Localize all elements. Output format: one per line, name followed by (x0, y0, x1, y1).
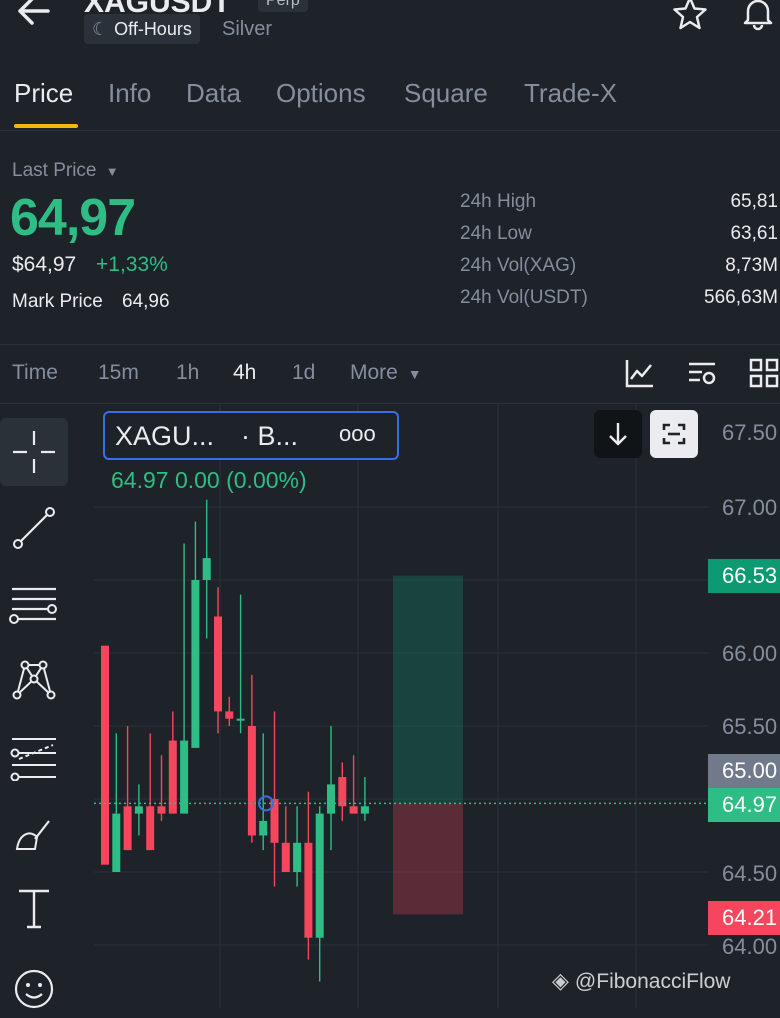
candle-body (157, 806, 166, 814)
candles (101, 499, 369, 982)
candle-body (281, 842, 290, 872)
usd-price: $64,97 (12, 253, 77, 276)
off-hours-badge: ☾ Off-Hours (84, 14, 200, 44)
mark-price-label: Mark Price (12, 291, 103, 312)
tab-options[interactable]: Options (276, 78, 366, 109)
candle-body (214, 616, 222, 712)
moon-icon: ☾ (92, 18, 109, 39)
candle-body (112, 813, 121, 872)
candle-body (315, 813, 324, 938)
candle-body (247, 726, 256, 836)
position-zones (393, 575, 463, 915)
take-profit-zone (393, 575, 463, 804)
last-price-tag: 64.97 (708, 788, 780, 822)
candle-body (134, 806, 143, 814)
stat-24h-high-value: 65,81 (730, 191, 778, 212)
collapse-legend-button[interactable] (594, 410, 642, 458)
y-axis-tick: 65.50 (722, 714, 778, 739)
binance-logo-icon: ◈ (552, 968, 569, 993)
candle-body (293, 842, 302, 872)
legend-exchange: · B... (241, 421, 299, 451)
stop-loss-price-tag: 64.21 (708, 901, 780, 935)
watermark-text: @FibonacciFlow (574, 970, 731, 993)
line-chart-icon (625, 360, 653, 388)
legend-symbol: XAGU... (115, 421, 215, 451)
stat-24h-low-label: 24h Low (460, 223, 532, 244)
candle-body (236, 718, 245, 721)
candle-body (327, 784, 335, 814)
candle-body (146, 806, 155, 851)
current-price-tag-grey: 65.00 (708, 754, 780, 788)
candle-body (360, 806, 369, 814)
last-price-label: Last Price (12, 160, 97, 181)
legend-more-icon[interactable]: ooo (339, 421, 376, 447)
asset-name: Silver (222, 18, 273, 40)
last-price-selector[interactable]: Last Price ▼ (12, 160, 119, 182)
tab-info[interactable]: Info (108, 78, 151, 109)
perp-badge: Perp (258, 0, 308, 12)
candle-body (168, 740, 177, 814)
y-axis-tick: 67.50 (722, 420, 778, 445)
timeframe-1h[interactable]: 1h (176, 361, 199, 385)
watermark: ◈ @FibonacciFlow (552, 968, 730, 994)
candle-body (225, 711, 234, 719)
candle-body (101, 645, 109, 865)
arrow-down-icon (609, 423, 627, 446)
chart-legend[interactable]: XAGU... · B... ooo (103, 411, 399, 460)
take-profit-price-tag: 66.53 (708, 559, 780, 593)
tab-trade-x[interactable]: Trade-X (524, 78, 617, 109)
timeframe-4h[interactable]: 4h (233, 361, 256, 385)
bell-icon (743, 0, 773, 31)
legend-ohlc-stats: 64.97 0.00 (0.00%) (111, 467, 307, 493)
timeframe-more[interactable]: More ▼ (350, 361, 422, 385)
back-arrow-icon (18, 0, 50, 25)
star-icon (673, 0, 707, 30)
candle-body (180, 740, 189, 814)
y-axis-tick: 67.00 (722, 495, 778, 520)
tab-data[interactable]: Data (186, 78, 241, 109)
candle-body (259, 820, 268, 836)
chart-settings-button[interactable] (686, 357, 718, 394)
stat-24h-high-label: 24h High (460, 191, 537, 212)
back-button[interactable] (14, 0, 54, 28)
stat-24h-vol-usdt-label: 24h Vol(USDT) (460, 287, 588, 308)
stat-24h-vol-xag-label: 24h Vol(XAG) (460, 255, 577, 276)
alert-button[interactable] (738, 0, 778, 34)
candle-body (349, 806, 358, 814)
stat-24h-vol-xag-value: 8,73M (725, 255, 778, 276)
indicators-button[interactable] (624, 357, 656, 394)
candle-body (338, 777, 347, 807)
timeframe-15m[interactable]: 15m (98, 361, 139, 385)
active-tab-indicator (14, 124, 78, 128)
mark-price-value: 64,96 (122, 291, 170, 312)
tab-price[interactable]: Price (14, 78, 73, 109)
tab-square[interactable]: Square (404, 78, 488, 109)
grid-icon (749, 358, 779, 388)
fullscreen-button[interactable] (650, 410, 698, 458)
last-price-value: 64,97 (10, 189, 136, 247)
off-hours-label: Off-Hours (114, 18, 192, 39)
candle-body (202, 558, 211, 580)
main-tabs: Price Info Data Options Square Trade-X (0, 70, 780, 131)
candle-body (304, 842, 313, 938)
timeframe-1d[interactable]: 1d (292, 361, 315, 385)
stat-24h-low-value: 63,61 (730, 223, 778, 244)
timeframe-bar: Time 15m 1h 4h 1d More ▼ (0, 344, 780, 404)
candle-body (191, 580, 200, 748)
y-axis-tick: 64.00 (722, 934, 778, 959)
y-axis-tick: 64.50 (722, 861, 778, 886)
stop-loss-zone (393, 803, 463, 915)
stat-24h-vol-usdt-value: 566,63M (704, 287, 778, 308)
caret-down-icon: ▼ (105, 164, 119, 179)
favorite-button[interactable] (670, 0, 710, 34)
layout-button[interactable] (748, 357, 780, 394)
settings-list-icon (689, 362, 716, 385)
timeframe-time[interactable]: Time (12, 361, 58, 385)
caret-down-icon: ▼ (407, 366, 422, 382)
timeframe-more-label: More (350, 361, 398, 384)
candle-body (123, 806, 132, 851)
y-axis-tick: 66.00 (722, 641, 778, 666)
price-change-percent: +1,33% (96, 253, 168, 276)
fullscreen-icon (662, 423, 686, 445)
